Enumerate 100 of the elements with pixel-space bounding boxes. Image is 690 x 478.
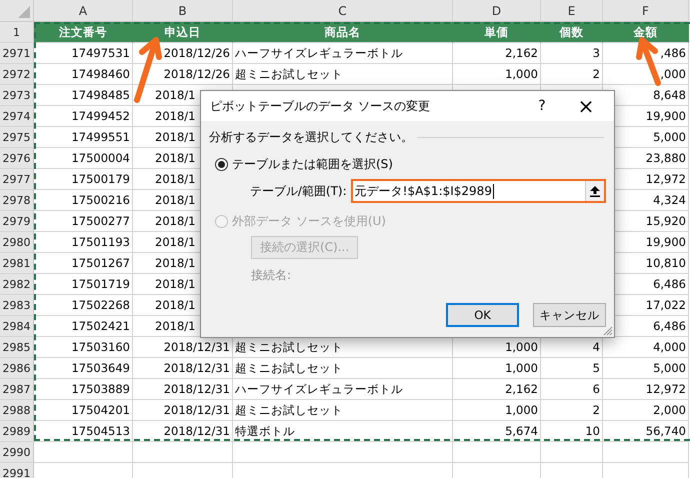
table-cell: 12,972	[646, 382, 686, 396]
table-cell: 10	[585, 424, 600, 438]
table-cell: 17498485	[71, 88, 130, 102]
table-cell: 56,740	[646, 424, 686, 438]
row-number[interactable]: 2979	[0, 211, 34, 232]
table-cell: 2018/1	[155, 277, 196, 291]
table-cell: 19,900	[646, 109, 686, 123]
row-number[interactable]: 2981	[0, 253, 34, 274]
table-cell: 17500004	[71, 151, 130, 165]
row-number[interactable]: 1	[0, 22, 34, 43]
row-number[interactable]: 2990	[0, 442, 34, 463]
row-number[interactable]: 2977	[0, 169, 34, 190]
table-cell: 17,022	[646, 298, 686, 312]
arrow-annotation	[636, 37, 661, 86]
table-cell: 23,880	[646, 151, 686, 165]
table-cell: 1,000	[505, 361, 538, 375]
header-cell: 単価	[484, 24, 508, 40]
radio-label[interactable]: テーブルまたは範囲を選択(S)	[232, 156, 393, 173]
collapse-dialog-button[interactable]	[585, 181, 604, 201]
table-cell: 12,972	[646, 172, 686, 186]
row-number[interactable]: 2974	[0, 106, 34, 127]
table-cell: 超ミニお試しセット	[235, 340, 343, 354]
table-cell: 2018/1	[155, 172, 196, 186]
table-cell: 2018/1	[155, 151, 196, 165]
row-number[interactable]: 2971	[0, 43, 34, 64]
row-number[interactable]: 2978	[0, 190, 34, 211]
radio-button[interactable]	[215, 158, 228, 171]
corner-triangle-icon	[18, 6, 30, 18]
table-cell: 17502268	[71, 298, 130, 312]
row-number[interactable]: 2983	[0, 295, 34, 316]
header-cell: 商品名	[324, 24, 360, 40]
upload-arrow-icon	[590, 186, 600, 196]
table-cell: 6	[592, 382, 600, 396]
section-heading: 分析するデータを選択してください。	[209, 129, 413, 146]
table-cell: 3	[592, 46, 600, 60]
table-cell: 2018/12/31	[164, 403, 230, 417]
header-cell: 金額	[634, 24, 658, 40]
table-cell: 5,000	[653, 130, 686, 144]
resize-grip-icon	[603, 326, 613, 336]
table-cell: 2	[592, 67, 600, 81]
row-number[interactable]: 2980	[0, 232, 34, 253]
row-number[interactable]: 2975	[0, 127, 34, 148]
help-button[interactable]: ?	[520, 91, 564, 121]
row-number[interactable]: 2986	[0, 358, 34, 379]
table-cell: ハーフサイズレギュラーボトル	[235, 46, 403, 60]
table-cell: 2018/1	[155, 319, 196, 333]
table-cell: 17497531	[71, 46, 130, 60]
table-cell: 5	[592, 361, 600, 375]
row-number[interactable]: 2972	[0, 64, 34, 85]
dialog-button[interactable]: OK	[446, 303, 519, 327]
table-cell: 2018/12/26	[164, 67, 230, 81]
table-cell: 17503889	[71, 382, 130, 396]
table-cell: 5,000	[653, 361, 686, 375]
table-cell: 17498460	[71, 67, 130, 81]
table-cell: 17503160	[71, 340, 130, 354]
row-number[interactable]: 2991	[0, 463, 34, 478]
table-cell: 10,810	[646, 256, 686, 270]
table-cell: 17501267	[71, 256, 130, 270]
table-cell: 特選ボトル	[235, 424, 295, 438]
table-cell: 4	[592, 340, 600, 354]
row-number[interactable]: 2982	[0, 274, 34, 295]
dialog-button[interactable]: キャンセル	[533, 303, 606, 327]
table-cell: 2018/1	[155, 298, 196, 312]
table-cell: 2,162	[505, 46, 538, 60]
header-cell: 申込日	[164, 24, 200, 40]
table-cell: 17500277	[71, 214, 130, 228]
table-cell: 2018/1	[155, 235, 196, 249]
table-cell: 1,000	[505, 403, 538, 417]
row-number[interactable]: 2985	[0, 337, 34, 358]
table-cell: 2018/1	[155, 256, 196, 270]
table-cell: 2018/1	[155, 214, 196, 228]
row-number[interactable]: 2987	[0, 379, 34, 400]
connection-name-label: 接続名:	[251, 267, 292, 284]
close-button[interactable]: ×	[564, 91, 608, 121]
header-cell: 注文番号	[59, 24, 107, 40]
table-cell: 2018/1	[155, 109, 196, 123]
table-cell: 2018/12/31	[164, 361, 230, 375]
table-cell: 17501193	[71, 235, 130, 249]
table-cell: 6,486	[653, 319, 686, 333]
dialog-title: ピボットテーブルのデータ ソースの変更	[210, 98, 431, 114]
table-cell: ,486	[660, 46, 686, 60]
table-cell: 2,000	[653, 403, 686, 417]
row-number[interactable]: 2984	[0, 316, 34, 337]
table-cell: 2	[592, 403, 600, 417]
row-number[interactable]: 2988	[0, 400, 34, 421]
table-cell: 17500179	[71, 172, 130, 186]
table-cell: 5,674	[505, 424, 538, 438]
table-cell: 17501719	[71, 277, 130, 291]
row-number[interactable]: 2976	[0, 148, 34, 169]
table-cell: 1,000	[505, 67, 538, 81]
range-input-field[interactable]: 元データ!$A$1:$I$2989	[350, 179, 606, 203]
table-cell: 超ミニお試しセット	[235, 360, 343, 376]
table-cell: 19,900	[646, 235, 686, 249]
table-cell: ,000	[660, 67, 686, 81]
table-cell: 1,000	[505, 340, 538, 354]
row-number[interactable]: 2989	[0, 421, 34, 442]
table-cell: 2018/1	[155, 193, 196, 207]
table-cell: 17503649	[71, 361, 130, 375]
header-cell: 個数	[560, 24, 584, 40]
row-number[interactable]: 2973	[0, 85, 34, 106]
